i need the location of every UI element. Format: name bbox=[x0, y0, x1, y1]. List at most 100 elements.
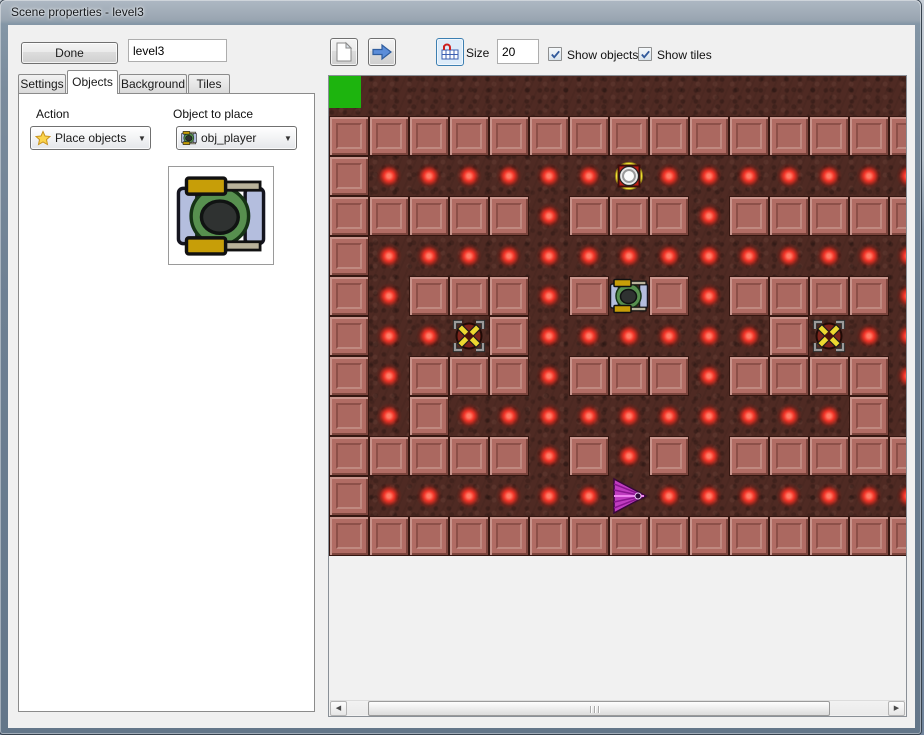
red-dot-pickup[interactable] bbox=[416, 243, 442, 269]
wall-tile[interactable] bbox=[849, 196, 889, 236]
wall-tile[interactable] bbox=[449, 116, 489, 156]
red-dot-pickup[interactable] bbox=[416, 163, 442, 189]
wall-tile[interactable] bbox=[409, 276, 449, 316]
wall-tile[interactable] bbox=[649, 276, 689, 316]
red-dot-pickup[interactable] bbox=[696, 163, 722, 189]
red-dot-pickup[interactable] bbox=[376, 363, 402, 389]
red-dot-pickup[interactable] bbox=[456, 403, 482, 429]
red-dot-pickup[interactable] bbox=[576, 483, 602, 509]
red-dot-pickup[interactable] bbox=[656, 403, 682, 429]
scroll-left-arrow-icon[interactable]: ◀ bbox=[330, 701, 347, 716]
wall-tile[interactable] bbox=[769, 516, 809, 556]
wall-tile[interactable] bbox=[489, 316, 529, 356]
obj-ship[interactable] bbox=[609, 476, 649, 516]
red-dot-pickup[interactable] bbox=[856, 243, 882, 269]
wall-tile[interactable] bbox=[569, 116, 609, 156]
red-dot-pickup[interactable] bbox=[376, 163, 402, 189]
wall-tile[interactable] bbox=[329, 396, 369, 436]
red-dot-pickup[interactable] bbox=[496, 163, 522, 189]
wall-tile[interactable] bbox=[529, 516, 569, 556]
red-dot-pickup[interactable] bbox=[576, 243, 602, 269]
wall-tile[interactable] bbox=[569, 196, 609, 236]
red-dot-pickup[interactable] bbox=[856, 483, 882, 509]
wall-tile[interactable] bbox=[529, 116, 569, 156]
wall-tile[interactable] bbox=[409, 516, 449, 556]
wall-tile[interactable] bbox=[329, 356, 369, 396]
red-dot-pickup[interactable] bbox=[736, 323, 762, 349]
wall-tile[interactable] bbox=[849, 436, 889, 476]
wall-tile[interactable] bbox=[849, 516, 889, 556]
green-start-marker[interactable] bbox=[329, 76, 361, 108]
level-grid[interactable] bbox=[329, 76, 907, 556]
wall-tile[interactable] bbox=[689, 516, 729, 556]
red-dot-pickup[interactable] bbox=[696, 283, 722, 309]
wall-tile[interactable] bbox=[329, 476, 369, 516]
wall-tile[interactable] bbox=[489, 436, 529, 476]
wall-tile[interactable] bbox=[329, 436, 369, 476]
red-dot-pickup[interactable] bbox=[736, 163, 762, 189]
wall-tile[interactable] bbox=[729, 436, 769, 476]
red-dot-pickup[interactable] bbox=[616, 443, 642, 469]
red-dot-pickup[interactable] bbox=[816, 483, 842, 509]
red-dot-pickup[interactable] bbox=[616, 243, 642, 269]
red-dot-pickup[interactable] bbox=[536, 443, 562, 469]
red-dot-pickup[interactable] bbox=[696, 243, 722, 269]
wall-tile[interactable] bbox=[809, 356, 849, 396]
wall-tile[interactable] bbox=[489, 276, 529, 316]
wall-tile[interactable] bbox=[729, 276, 769, 316]
red-dot-pickup[interactable] bbox=[576, 163, 602, 189]
size-input[interactable] bbox=[497, 39, 539, 64]
wall-tile[interactable] bbox=[329, 276, 369, 316]
wall-tile[interactable] bbox=[729, 356, 769, 396]
wall-tile[interactable] bbox=[649, 436, 689, 476]
wall-tile[interactable] bbox=[729, 196, 769, 236]
wall-tile[interactable] bbox=[849, 116, 889, 156]
wall-tile[interactable] bbox=[409, 196, 449, 236]
wall-tile[interactable] bbox=[489, 516, 529, 556]
red-dot-pickup[interactable] bbox=[536, 163, 562, 189]
tab-background[interactable]: Background bbox=[119, 74, 187, 94]
wall-tile[interactable] bbox=[489, 196, 529, 236]
wall-tile[interactable] bbox=[569, 276, 609, 316]
wall-tile[interactable] bbox=[729, 116, 769, 156]
red-dot-pickup[interactable] bbox=[576, 403, 602, 429]
tab-objects[interactable]: Objects bbox=[67, 70, 118, 94]
red-dot-pickup[interactable] bbox=[416, 323, 442, 349]
obj-mine[interactable] bbox=[809, 316, 849, 356]
wall-tile[interactable] bbox=[849, 396, 889, 436]
red-dot-pickup[interactable] bbox=[696, 443, 722, 469]
wall-tile[interactable] bbox=[409, 116, 449, 156]
wall-tile[interactable] bbox=[649, 516, 689, 556]
wall-tile[interactable] bbox=[329, 156, 369, 196]
red-dot-pickup[interactable] bbox=[536, 403, 562, 429]
wall-tile[interactable] bbox=[329, 116, 369, 156]
wall-tile[interactable] bbox=[489, 356, 529, 396]
grid-settings-button[interactable] bbox=[436, 38, 464, 66]
wall-tile[interactable] bbox=[609, 516, 649, 556]
red-dot-pickup[interactable] bbox=[656, 243, 682, 269]
wall-tile[interactable] bbox=[729, 516, 769, 556]
wall-tile[interactable] bbox=[369, 516, 409, 556]
red-dot-pickup[interactable] bbox=[896, 243, 907, 269]
red-dot-pickup[interactable] bbox=[896, 483, 907, 509]
object-dropdown[interactable]: obj_player ▼ bbox=[176, 126, 297, 150]
obj-turret[interactable] bbox=[609, 156, 649, 196]
wall-tile[interactable] bbox=[769, 276, 809, 316]
red-dot-pickup[interactable] bbox=[536, 483, 562, 509]
wall-tile[interactable] bbox=[369, 196, 409, 236]
red-dot-pickup[interactable] bbox=[456, 243, 482, 269]
wall-tile[interactable] bbox=[809, 116, 849, 156]
wall-tile[interactable] bbox=[809, 276, 849, 316]
red-dot-pickup[interactable] bbox=[776, 483, 802, 509]
wall-tile[interactable] bbox=[449, 196, 489, 236]
red-dot-pickup[interactable] bbox=[536, 203, 562, 229]
red-dot-pickup[interactable] bbox=[376, 243, 402, 269]
red-dot-pickup[interactable] bbox=[696, 483, 722, 509]
red-dot-pickup[interactable] bbox=[656, 163, 682, 189]
red-dot-pickup[interactable] bbox=[736, 483, 762, 509]
red-dot-pickup[interactable] bbox=[536, 283, 562, 309]
wall-tile[interactable] bbox=[889, 516, 907, 556]
new-scene-button[interactable] bbox=[330, 38, 358, 66]
red-dot-pickup[interactable] bbox=[816, 243, 842, 269]
wall-tile[interactable] bbox=[489, 116, 529, 156]
